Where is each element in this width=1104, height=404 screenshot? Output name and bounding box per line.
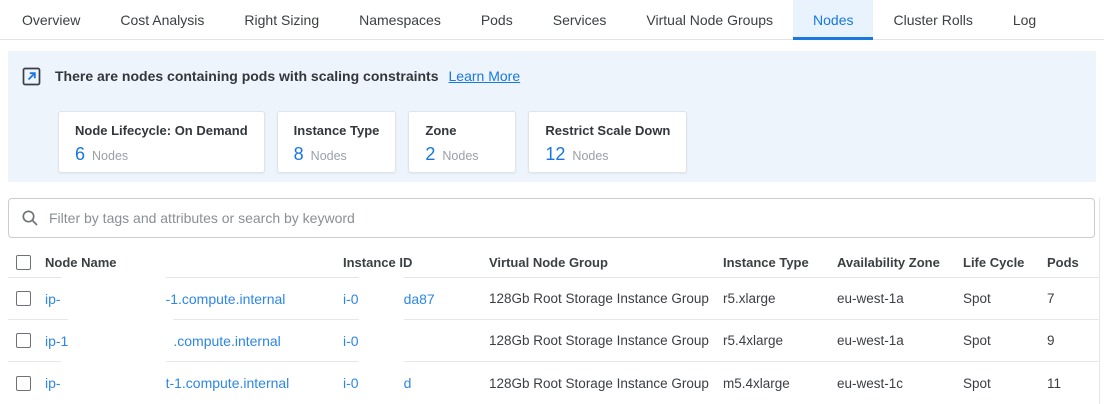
redaction-box: [359, 318, 404, 356]
tab-bar: OverviewCost AnalysisRight SizingNamespa…: [0, 0, 1104, 40]
banner-message-row: There are nodes containing pods with sca…: [22, 64, 1096, 88]
card-count-number: 8: [294, 144, 304, 165]
virtual-node-group-cell: 128Gb Root Storage Instance Group: [489, 376, 723, 391]
availability-zone-cell: eu-west-1a: [837, 291, 963, 306]
row-checkbox[interactable]: [16, 333, 31, 348]
constraint-cards: Node Lifecycle: On Demand6NodesInstance …: [58, 111, 1096, 173]
node-name-link[interactable]: ip-t-1.compute.internal: [45, 364, 343, 402]
column-header-instance-id: Instance ID: [343, 255, 489, 270]
tab-right-sizing[interactable]: Right Sizing: [224, 0, 339, 40]
tab-namespaces[interactable]: Namespaces: [339, 0, 461, 40]
redaction-box: [61, 276, 166, 314]
instance-type-cell: m5.4xlarge: [723, 376, 837, 391]
select-all-cell: [8, 255, 45, 270]
search-icon: [21, 209, 39, 227]
constraint-card-zone[interactable]: Zone 2 Nodes: [408, 111, 516, 173]
search-input[interactable]: [49, 210, 1082, 226]
card-title: Node Lifecycle: On Demand: [75, 123, 248, 138]
column-header-availability-zone: Availability Zone: [837, 255, 963, 270]
constraint-card-restrict-scale-down[interactable]: Restrict Scale Down 12 Nodes: [528, 111, 687, 173]
card-count-number: 6: [75, 144, 85, 165]
card-count-number: 2: [425, 144, 435, 165]
card-count-unit: Nodes: [442, 149, 478, 163]
tab-services[interactable]: Services: [533, 0, 627, 40]
row-checkbox[interactable]: [16, 376, 31, 391]
constraint-card-node-lifecycle-on-demand[interactable]: Node Lifecycle: On Demand 6 Nodes: [58, 111, 265, 173]
card-count: 6 Nodes: [75, 144, 248, 165]
tab-nodes[interactable]: Nodes: [793, 0, 873, 40]
select-all-checkbox[interactable]: [16, 255, 31, 270]
card-count: 12 Nodes: [545, 144, 670, 165]
column-header-life-cycle: Life Cycle: [963, 255, 1047, 270]
card-count: 2 Nodes: [425, 144, 499, 165]
life-cycle-cell: Spot: [963, 291, 1047, 306]
table-header-row: Node NameInstance IDVirtual Node GroupIn…: [8, 248, 1099, 278]
learn-more-link[interactable]: Learn More: [449, 68, 521, 84]
scaling-constraints-banner: There are nodes containing pods with sca…: [8, 51, 1096, 182]
tab-pods[interactable]: Pods: [461, 0, 533, 40]
redaction-box: [61, 360, 166, 398]
instance-type-cell: r5.xlarge: [723, 291, 837, 306]
redaction-box: [359, 276, 404, 314]
table-row: ip--1.compute.internali-0da87128Gb Root …: [8, 278, 1099, 320]
card-count-unit: Nodes: [311, 149, 347, 163]
instance-id-link[interactable]: i-0: [343, 322, 489, 360]
life-cycle-cell: Spot: [963, 333, 1047, 348]
filter-search-box[interactable]: [8, 198, 1095, 238]
instance-type-cell: r5.4xlarge: [723, 333, 837, 348]
pods-cell: 9: [1047, 333, 1099, 348]
redaction-box: [68, 318, 173, 356]
nodes-content: Node NameInstance IDVirtual Node GroupIn…: [8, 198, 1100, 404]
row-select-cell: [8, 291, 45, 306]
banner-message: There are nodes containing pods with sca…: [55, 68, 439, 84]
column-header-instance-type: Instance Type: [723, 255, 837, 270]
card-count-unit: Nodes: [572, 149, 608, 163]
table-row: ip-1.compute.internali-0128Gb Root Stora…: [8, 320, 1099, 362]
row-select-cell: [8, 376, 45, 391]
tab-cluster-rolls[interactable]: Cluster Rolls: [873, 0, 992, 40]
life-cycle-cell: Spot: [963, 376, 1047, 391]
constraint-card-instance-type[interactable]: Instance Type 8 Nodes: [277, 111, 397, 173]
pods-cell: 11: [1047, 376, 1099, 391]
card-title: Zone: [425, 123, 499, 138]
tab-log[interactable]: Log: [993, 0, 1056, 40]
instance-id-link[interactable]: i-0d: [343, 364, 489, 402]
column-header-virtual-node-group: Virtual Node Group: [489, 255, 723, 270]
card-count: 8 Nodes: [294, 144, 380, 165]
availability-zone-cell: eu-west-1a: [837, 333, 963, 348]
card-count-number: 12: [545, 144, 565, 165]
nodes-page: OverviewCost AnalysisRight SizingNamespa…: [0, 0, 1104, 404]
card-count-unit: Nodes: [92, 149, 128, 163]
table-row: ip-t-1.compute.internali-0d128Gb Root St…: [8, 362, 1099, 404]
virtual-node-group-cell: 128Gb Root Storage Instance Group: [489, 291, 723, 306]
redaction-box: [359, 360, 404, 398]
tab-virtual-node-groups[interactable]: Virtual Node Groups: [626, 0, 793, 40]
tab-cost-analysis[interactable]: Cost Analysis: [100, 0, 224, 40]
tab-overview[interactable]: Overview: [2, 0, 100, 40]
column-header-pods: Pods: [1047, 255, 1099, 270]
column-header-node-name: Node Name: [45, 255, 343, 270]
scaling-constraint-icon: [22, 67, 41, 86]
card-title: Restrict Scale Down: [545, 123, 670, 138]
node-name-link[interactable]: ip--1.compute.internal: [45, 280, 343, 318]
instance-id-link[interactable]: i-0da87: [343, 280, 489, 318]
nodes-table-body: ip--1.compute.internali-0da87128Gb Root …: [8, 278, 1099, 404]
row-select-cell: [8, 333, 45, 348]
virtual-node-group-cell: 128Gb Root Storage Instance Group: [489, 333, 723, 348]
availability-zone-cell: eu-west-1c: [837, 376, 963, 391]
row-checkbox[interactable]: [16, 291, 31, 306]
pods-cell: 7: [1047, 291, 1099, 306]
node-name-link[interactable]: ip-1.compute.internal: [45, 322, 343, 360]
card-title: Instance Type: [294, 123, 380, 138]
